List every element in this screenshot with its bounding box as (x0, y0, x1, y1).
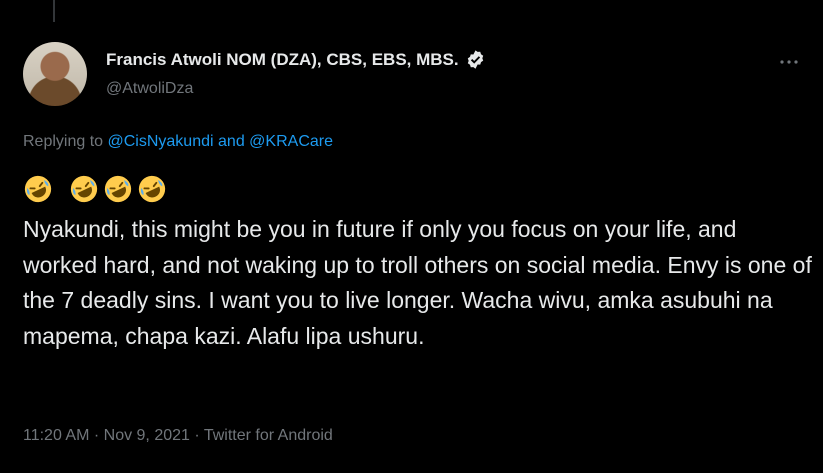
tweet-timestamp[interactable]: 11:20 AM · Nov 9, 2021 · Twitter for And… (23, 427, 333, 445)
mention-link-kracare[interactable]: @KRACare (249, 133, 333, 150)
author-display-name[interactable]: Francis Atwoli NOM (DZA), CBS, EBS, MBS. (106, 50, 459, 70)
rolling-laughing-emoji-icon (104, 175, 132, 203)
thread-line (53, 0, 55, 22)
previous-share-button[interactable] (663, 0, 685, 1)
replying-to-line: Replying to @CisNyakundi and @KRACare (23, 133, 333, 151)
previous-retweet-button[interactable]: 260 (286, 0, 341, 1)
rolling-laughing-emoji-icon (70, 175, 98, 203)
rolling-laughing-emoji-icon (138, 175, 166, 203)
replying-to-prefix: Replying to (23, 133, 104, 150)
previous-reply-button[interactable]: 77 (100, 0, 148, 1)
reply-icon (100, 0, 122, 1)
verified-badge-icon (467, 50, 483, 69)
more-options-button[interactable] (777, 52, 801, 72)
previous-like-button[interactable]: 958 (473, 0, 528, 1)
rolling-laughing-emoji-icon (24, 175, 52, 203)
mention-link-cisnyakundi[interactable]: @CisNyakundi (108, 133, 214, 150)
heart-icon (473, 0, 495, 1)
author-handle[interactable]: @AtwoliDza (106, 80, 193, 98)
more-horizontal-icon (780, 60, 798, 64)
author-avatar[interactable] (23, 42, 87, 106)
retweet-icon (286, 0, 308, 1)
emoji-row (23, 174, 169, 204)
share-icon (663, 0, 685, 1)
tweet-text: Nyakundi, this might be you in future if… (23, 216, 812, 349)
replying-conjunction[interactable]: and (218, 133, 245, 150)
